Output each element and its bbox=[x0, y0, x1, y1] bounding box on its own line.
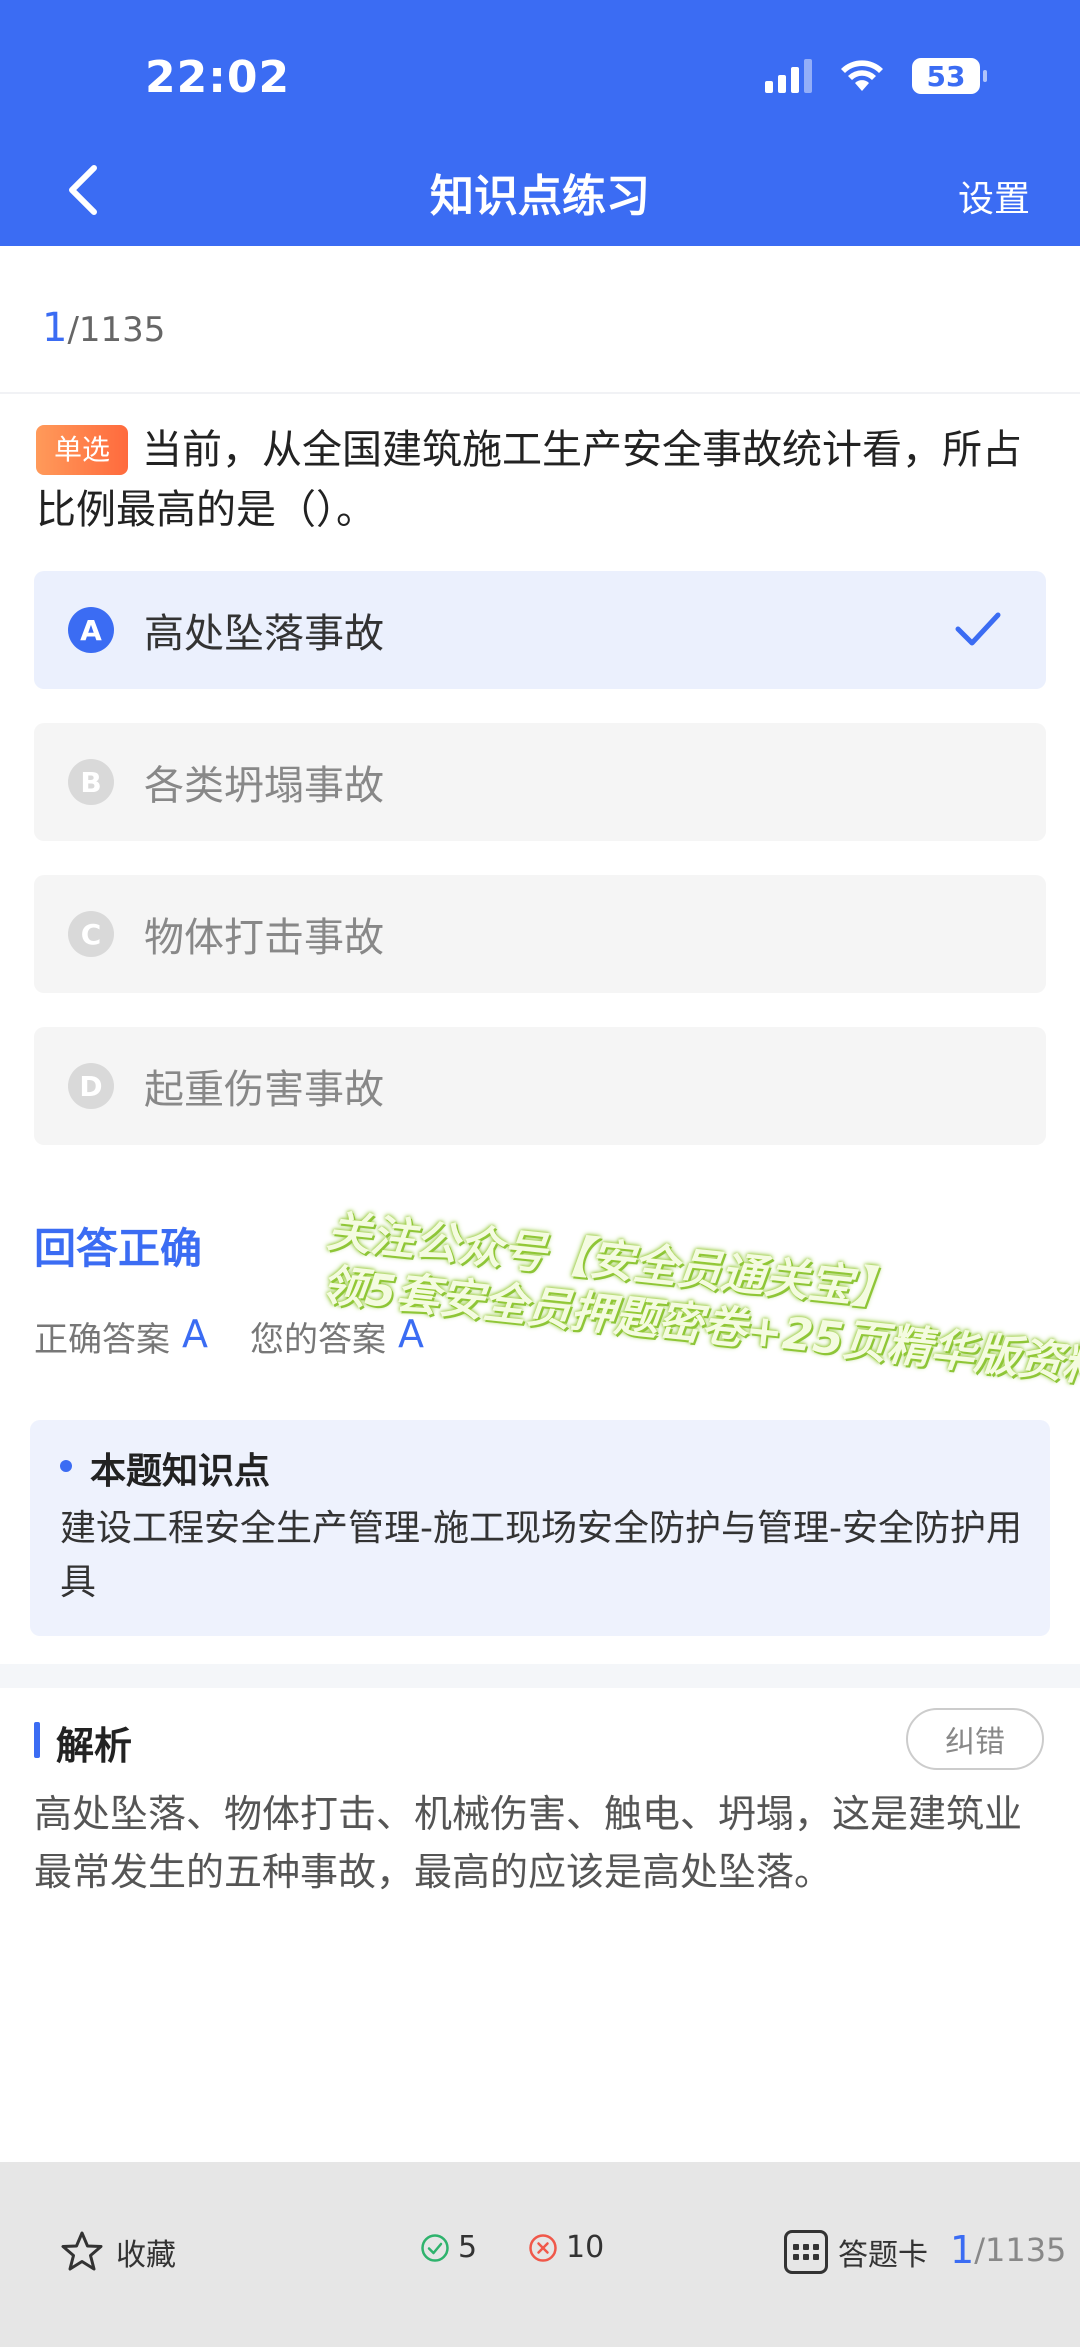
option-text: 物体打击事故 bbox=[144, 915, 384, 961]
top-header: 22:02 53 知识点练习 设置 bbox=[0, 0, 1080, 246]
wifi-icon bbox=[841, 60, 883, 91]
knowledge-point-box: 本题知识点 建设工程安全生产管理-施工现场安全防护与管理-安全防护用具 bbox=[30, 1420, 1050, 1636]
option-letter: C bbox=[68, 911, 114, 957]
answer-card-button[interactable]: 答题卡 bbox=[784, 2230, 928, 2274]
bullet-dot bbox=[60, 1460, 72, 1472]
question-progress: 1/1135 bbox=[42, 305, 165, 351]
correct-check-icon bbox=[421, 2233, 449, 2262]
wrong-x-icon bbox=[529, 2233, 557, 2262]
question-text: 当前，从全国建筑施工生产安全事故统计看，所占比例最高的是（）。 bbox=[36, 427, 1022, 533]
option-a[interactable]: A 高处坠落事故 bbox=[34, 571, 1046, 689]
option-b[interactable]: B 各类坍塌事故 bbox=[34, 723, 1046, 841]
correct-answer-value: A bbox=[182, 1312, 208, 1356]
bottom-progress: 1/1135 bbox=[950, 2228, 1066, 2272]
option-text: 高处坠落事故 bbox=[144, 611, 384, 657]
page-title: 知识点练习 bbox=[430, 171, 650, 222]
promo-watermark: 关注公众号【安全员通关宝】 领5套安全员押题密卷+25页精华版资料 bbox=[319, 1205, 1080, 1395]
option-letter: D bbox=[68, 1063, 114, 1109]
your-answer-label: 您的答案 bbox=[250, 1320, 386, 1360]
wrong-count: 10 bbox=[528, 2230, 604, 2265]
status-time: 22:02 bbox=[145, 52, 291, 103]
option-d[interactable]: D 起重伤害事故 bbox=[34, 1027, 1046, 1145]
favorite-label: 收藏 bbox=[116, 2238, 176, 2273]
knowledge-point-title: 本题知识点 bbox=[90, 1451, 271, 1492]
answer-card-label: 答题卡 bbox=[838, 2238, 928, 2273]
bottom-progress-total: /1135 bbox=[974, 2231, 1067, 2269]
option-letter: A bbox=[68, 607, 114, 653]
status-icons: 53 bbox=[765, 58, 987, 94]
signal-icon bbox=[765, 59, 812, 93]
result-title: 回答正确 bbox=[34, 1224, 203, 1273]
settings-button[interactable]: 设置 bbox=[958, 170, 1030, 222]
progress-current: 1 bbox=[42, 305, 68, 351]
correct-count-value: 5 bbox=[458, 2230, 478, 2265]
star-icon bbox=[61, 2231, 103, 2271]
option-c[interactable]: C 物体打击事故 bbox=[34, 875, 1046, 993]
correct-count: 5 bbox=[420, 2230, 477, 2265]
bottom-progress-current: 1 bbox=[950, 2228, 975, 2272]
correct-answer-label: 正确答案 bbox=[34, 1320, 170, 1360]
section-divider bbox=[0, 1664, 1080, 1688]
option-letter: B bbox=[68, 759, 114, 805]
grid-icon bbox=[784, 2230, 828, 2274]
option-text: 起重伤害事故 bbox=[144, 1067, 384, 1113]
knowledge-point-text: 建设工程安全生产管理-施工现场安全防护与管理-安全防护用具 bbox=[60, 1508, 1022, 1603]
battery-icon: 53 bbox=[912, 58, 987, 94]
wrong-count-value: 10 bbox=[566, 2230, 605, 2265]
question-type-badge: 单选 bbox=[36, 425, 128, 475]
analysis-text: 高处坠落、物体打击、机械伤害、触电、坍塌，这是建筑业最常发生的五种事故，最高的应… bbox=[34, 1792, 1023, 1894]
check-icon bbox=[955, 612, 1001, 646]
favorite-button[interactable]: 收藏 bbox=[60, 2230, 176, 2274]
option-text: 各类坍塌事故 bbox=[144, 763, 384, 809]
analysis-title: 解析 bbox=[56, 1724, 133, 1768]
question-stem: 单选 当前，从全国建筑施工生产安全事故统计看，所占比例最高的是（）。 bbox=[36, 420, 1046, 540]
progress-total: /1135 bbox=[67, 310, 166, 350]
section-marker bbox=[34, 1722, 40, 1758]
divider bbox=[0, 392, 1080, 394]
bottom-toolbar: 收藏 5 10 答题卡 1/1135 bbox=[0, 2162, 1080, 2347]
report-error-button[interactable]: 纠错 bbox=[906, 1708, 1044, 1770]
